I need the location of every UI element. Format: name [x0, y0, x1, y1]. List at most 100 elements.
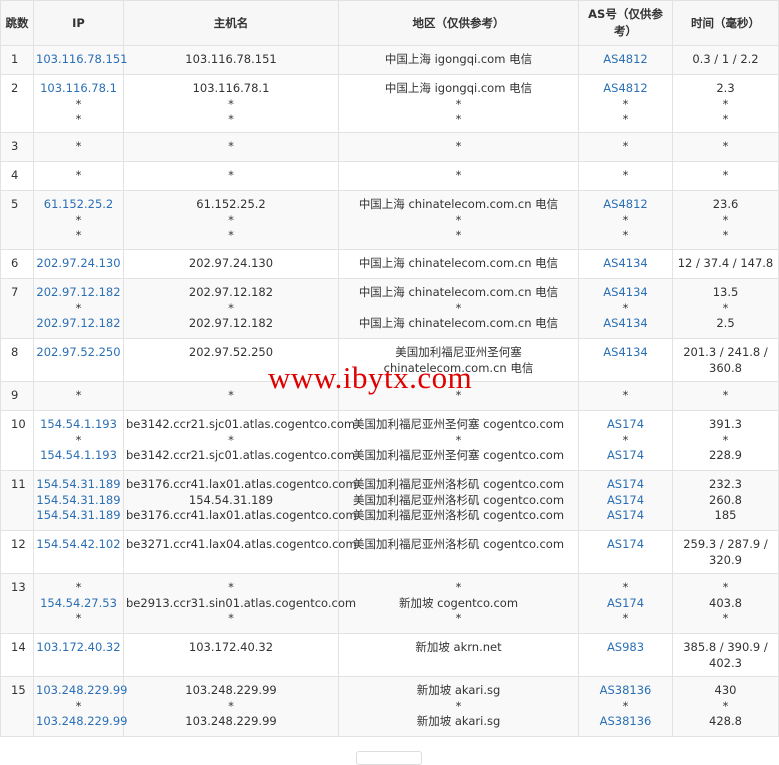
as-link[interactable]: AS174 [581, 596, 670, 612]
region-cell: 美国加利福尼亚州圣何塞 chinatelecom.com.cn 电信 [338, 338, 579, 382]
as-value: * [622, 112, 629, 126]
region-value: * [455, 168, 462, 182]
ip-link[interactable]: 154.54.1.193 [36, 448, 121, 464]
as-cell: AS4812 * * [578, 74, 673, 133]
host-value: * [228, 300, 234, 315]
header-region: 地区（仅供参考） [338, 0, 579, 46]
time-cell: 385.8 / 390.9 /402.3 [672, 633, 779, 677]
time-cell: * [672, 132, 779, 162]
hostname-cell: be3176.ccr41.lax01.atlas.cogentco.com 154… [123, 470, 357, 531]
region-value: 美国加利福尼亚州洛杉矶 cogentco.com [352, 477, 565, 491]
as-link[interactable]: AS4812 [581, 197, 670, 213]
region-value: * [455, 698, 462, 713]
time-value: 185 [714, 508, 737, 522]
ip-value: * [75, 388, 82, 402]
region-cell: * [338, 132, 579, 162]
ip-link[interactable]: 202.97.12.182 [36, 316, 121, 332]
ip-link[interactable]: 154.54.1.193 [36, 417, 121, 433]
as-value: * [622, 611, 629, 625]
region-cell: * [338, 381, 579, 411]
as-link[interactable]: AS4134 [581, 316, 670, 332]
region-value: 美国加利福尼亚州圣何塞 [395, 345, 522, 359]
as-value: * [622, 432, 629, 447]
as-link[interactable]: AS4134 [581, 256, 670, 272]
as-cell: AS174 AS174 AS174 [578, 470, 673, 531]
region-value: chinatelecom.com.cn 电信 [383, 360, 534, 375]
as-cell: AS4812 [578, 45, 673, 75]
region-cell: 新加坡 akari.sg * 新加坡 akari.sg [338, 676, 579, 737]
as-link[interactable]: AS174 [581, 448, 670, 464]
hop-number: 2 [0, 74, 34, 133]
ip-link[interactable]: 103.248.229.99 [36, 683, 127, 699]
time-value: 385.8 / 390.9 / [683, 640, 768, 654]
as-link[interactable]: AS174 [581, 537, 670, 553]
ip-link[interactable]: 154.54.42.102 [36, 537, 121, 553]
as-link[interactable]: AS174 [581, 477, 670, 493]
ip-link[interactable]: 61.152.25.2 [36, 197, 121, 213]
ip-link[interactable]: 103.248.229.99 [36, 714, 127, 730]
as-link[interactable]: AS4812 [581, 81, 670, 97]
region-value: 美国加利福尼亚州圣何塞 cogentco.com [352, 417, 565, 431]
as-cell: * AS174 * [578, 573, 673, 634]
time-value: * [722, 432, 729, 447]
as-link[interactable]: AS983 [581, 640, 670, 656]
as-link[interactable]: AS174 [581, 493, 670, 509]
ip-link[interactable]: 154.54.31.189 [36, 508, 121, 524]
ip-link[interactable]: 202.97.12.182 [36, 285, 121, 301]
ip-cell: * 154.54.27.53 * [33, 573, 124, 634]
as-cell: AS174 [578, 530, 673, 574]
time-value: 2.5 [716, 316, 735, 330]
as-link[interactable]: AS4134 [581, 285, 670, 301]
as-link[interactable]: AS4812 [581, 52, 670, 68]
time-cell: 13.5 * 2.5 [672, 278, 779, 339]
table-row: 10 154.54.1.193 * 154.54.1.193 be3142.ccr21.… [0, 410, 779, 471]
as-link[interactable]: AS38136 [581, 683, 670, 699]
as-link[interactable]: AS4134 [581, 345, 670, 361]
ip-link[interactable]: 103.116.78.1 [36, 81, 121, 97]
ip-link[interactable]: 202.97.24.130 [36, 256, 121, 272]
as-link[interactable]: AS38136 [581, 714, 670, 730]
host-value: 202.97.12.182 [188, 285, 274, 299]
hop-number: 11 [0, 470, 34, 531]
host-value: 202.97.24.130 [188, 256, 274, 270]
hostname-cell: 202.97.52.250 [123, 338, 339, 382]
host-value: 103.116.78.1 [192, 81, 270, 95]
host-value: 61.152.25.2 [196, 197, 266, 211]
ip-link[interactable]: 103.172.40.32 [36, 640, 121, 656]
ip-value: * [75, 139, 82, 153]
hostname-cell: 202.97.12.182 * 202.97.12.182 [123, 278, 339, 339]
ip-link[interactable]: 154.54.31.189 [36, 493, 121, 509]
hop-number: 14 [0, 633, 34, 677]
ip-link[interactable]: 202.97.52.250 [36, 345, 121, 361]
table-row: 8 202.97.52.250 202.97.52.250 美国加利福尼亚州圣何塞 ch… [0, 338, 779, 382]
as-cell: AS4134 * AS4134 [578, 278, 673, 339]
table-row: 6 202.97.24.130 202.97.24.130 中国上海 chinatel… [0, 249, 779, 279]
host-value: be3142.ccr21.sjc01.atlas.cogentco.com [126, 448, 356, 462]
host-value: 103.116.78.151 [185, 52, 277, 66]
host-value: * [228, 388, 234, 402]
table-body: 1 103.116.78.151 103.116.78.151 中国上海 igongq… [0, 45, 779, 737]
time-cell: 12 / 37.4 / 147.8 [672, 249, 779, 279]
time-value: * [722, 611, 729, 625]
time-value: 391.3 [709, 417, 742, 431]
time-cell: 232.3 260.8 185 [672, 470, 779, 531]
region-value: * [455, 580, 462, 594]
time-value: 232.3 [709, 477, 742, 491]
ip-value: * [75, 96, 82, 111]
ip-cell: 202.97.52.250 [33, 338, 124, 382]
host-value: * [228, 611, 234, 625]
hop-number: 9 [0, 381, 34, 411]
pagination-button[interactable] [356, 751, 422, 765]
ip-value: * [75, 432, 82, 447]
hostname-cell: * be2913.ccr31.sin01.atlas.cogentco.com * [123, 573, 356, 634]
as-link[interactable]: AS174 [581, 508, 670, 524]
as-link[interactable]: AS174 [581, 417, 670, 433]
ip-link[interactable]: 154.54.31.189 [36, 477, 121, 493]
ip-link[interactable]: 154.54.27.53 [36, 596, 121, 612]
ip-link[interactable]: 103.116.78.151 [36, 52, 127, 68]
time-value: 320.9 [709, 552, 742, 567]
time-value: 228.9 [709, 448, 742, 462]
time-cell: 259.3 / 287.9 /320.9 [672, 530, 779, 574]
host-value: * [228, 212, 234, 227]
table-row: 14 103.172.40.32 103.172.40.32 新加坡 akrn.net… [0, 633, 779, 677]
